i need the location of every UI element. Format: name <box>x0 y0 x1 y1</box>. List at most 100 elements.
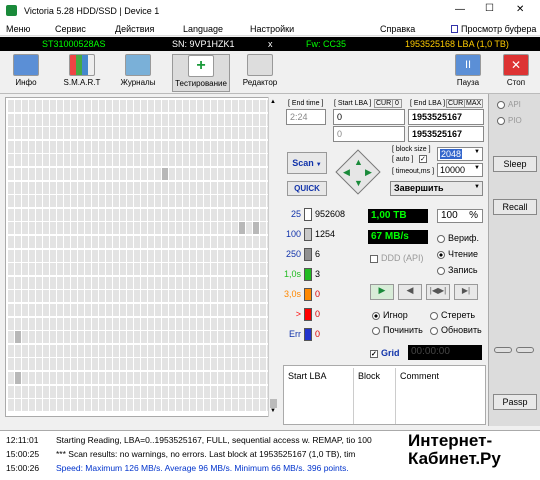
grid-cell <box>169 331 175 344</box>
grid-cell <box>92 317 98 330</box>
device-close-x[interactable]: x <box>268 39 273 49</box>
quick-button[interactable]: QUICK <box>287 181 327 196</box>
grid-cell <box>85 249 91 262</box>
end-lba-field-2[interactable]: 1953525167 <box>408 126 484 142</box>
menu-item-service[interactable]: Сервис <box>55 24 86 34</box>
grid-cell <box>155 222 161 235</box>
arrow-down-icon[interactable]: ▼ <box>354 178 363 188</box>
finish-select[interactable]: Завершить ▼ <box>390 181 483 196</box>
pio-radio[interactable]: PIO <box>497 116 522 125</box>
start-cur-button[interactable]: CUR <box>374 99 394 108</box>
arrow-right-icon[interactable]: ▶ <box>365 167 372 178</box>
skip-end-button[interactable]: ▶| <box>454 284 478 300</box>
end-lba-field[interactable]: 1953525167 <box>408 109 484 125</box>
recall-button[interactable]: Recall <box>493 199 537 215</box>
fix-radio[interactable]: Починить <box>372 325 423 335</box>
grid-cell <box>134 168 140 180</box>
grid-cell <box>50 195 56 208</box>
testing-button[interactable]: + Тестирование <box>172 54 230 92</box>
grid-cell <box>36 372 42 384</box>
grid-cell <box>99 208 105 221</box>
play-button[interactable]: ▶ <box>370 284 394 300</box>
grid-cell <box>162 154 168 167</box>
pause-button[interactable]: II Пауза <box>444 54 492 92</box>
grid-cell <box>239 385 245 398</box>
journals-button[interactable]: Журналы <box>114 54 162 92</box>
grid-checkbox[interactable]: ✓ Grid <box>370 348 400 358</box>
ignore-radio[interactable]: Игнор <box>372 310 408 320</box>
grid-cell <box>64 154 70 167</box>
grid-cell <box>253 140 259 153</box>
scan-dropdown-icon: ▼ <box>315 162 322 168</box>
smart-button[interactable]: S.M.A.R.T <box>58 54 106 92</box>
grid-cell <box>36 113 42 126</box>
auto-checkbox[interactable]: ✓ <box>419 155 427 163</box>
direction-pad[interactable]: ▲ ▼ ◀ ▶ <box>334 148 382 196</box>
grid-cell <box>190 127 196 140</box>
grid-cell <box>183 195 189 208</box>
col-comment[interactable]: Comment <box>400 371 439 381</box>
timeout-select[interactable]: 10000 ▼ <box>437 163 483 177</box>
menu-item-actions[interactable]: Действия <box>115 24 154 34</box>
verify-radio[interactable]: Вериф. <box>437 233 479 243</box>
block-size-select[interactable]: 2048 ▼ <box>437 147 483 161</box>
grid-cell <box>197 100 203 112</box>
scan-button[interactable]: Scan ▼ <box>287 152 327 174</box>
arrow-left-icon[interactable]: ◀ <box>343 167 350 178</box>
read-radio[interactable]: Чтение <box>437 249 478 259</box>
editor-button[interactable]: Редактор <box>236 54 284 92</box>
grid-cell <box>43 100 49 112</box>
col-start-lba[interactable]: Start LBA <box>288 371 327 381</box>
grid-cell <box>183 276 189 289</box>
grid-cell <box>190 399 196 412</box>
back-button[interactable]: ◀ <box>398 284 422 300</box>
scroll-up-arrow[interactable]: ▲ <box>270 99 276 105</box>
menu-item-buffer[interactable]: Просмотр буфера <box>461 24 536 34</box>
menu-item-menu[interactable]: Меню <box>6 24 30 34</box>
stat-color-box <box>304 308 312 321</box>
grid-cell <box>78 290 84 303</box>
menu-item-language[interactable]: Language <box>183 24 223 34</box>
grid-cell <box>253 290 259 303</box>
grid-scrollbar[interactable]: ▲ ▼ <box>268 97 278 417</box>
grid-cell <box>225 208 231 221</box>
start-lba-field-2[interactable]: 0 <box>333 126 405 142</box>
device-model[interactable]: ST31000528AS <box>42 39 106 49</box>
grid-cell <box>22 154 28 167</box>
grid-cell <box>162 290 168 303</box>
erase-radio[interactable]: Стереть <box>430 310 475 320</box>
grid-cell <box>141 127 147 140</box>
stop-button[interactable]: ✕ Стоп <box>492 54 540 92</box>
grid-cell <box>15 127 21 140</box>
end-cur-button[interactable]: CUR <box>446 99 466 108</box>
start-lba-field[interactable]: 0 <box>333 109 405 125</box>
start-zero-button[interactable]: 0 <box>392 99 402 108</box>
write-radio[interactable]: Запись <box>437 265 478 275</box>
update-radio[interactable]: Обновить <box>430 325 482 335</box>
sleep-button[interactable]: Sleep <box>493 156 537 172</box>
col-block[interactable]: Block <box>358 371 380 381</box>
grid-cell <box>239 140 245 153</box>
end-max-button[interactable]: MAX <box>464 99 484 108</box>
info-button[interactable]: Инфо <box>2 54 50 92</box>
skip-back-button[interactable]: |◀▶| <box>426 284 450 300</box>
menu-item-settings[interactable]: Настройки <box>250 24 294 34</box>
scroll-down-arrow[interactable]: ▼ <box>270 408 276 414</box>
grid-cell <box>183 208 189 221</box>
grid-cell <box>78 331 84 344</box>
grid-cell <box>134 317 140 330</box>
api-radio[interactable]: API <box>497 100 521 109</box>
grid-cell <box>127 140 133 153</box>
close-button[interactable]: ✕ <box>516 4 524 15</box>
end-time-field[interactable]: 2:24 <box>286 109 326 125</box>
testing-plus-icon: + <box>188 55 214 77</box>
ddd-api-checkbox[interactable]: DDD (API) <box>370 253 424 263</box>
grid-cell <box>120 358 126 371</box>
arrow-up-icon[interactable]: ▲ <box>354 157 363 167</box>
maximize-button[interactable]: ☐ <box>485 3 494 14</box>
scroll-thumb[interactable] <box>270 399 277 408</box>
minimize-button[interactable]: — <box>455 4 465 15</box>
menu-item-help[interactable]: Справка <box>380 24 415 34</box>
passp-button[interactable]: Passp <box>493 394 537 410</box>
grid-cell <box>183 100 189 112</box>
